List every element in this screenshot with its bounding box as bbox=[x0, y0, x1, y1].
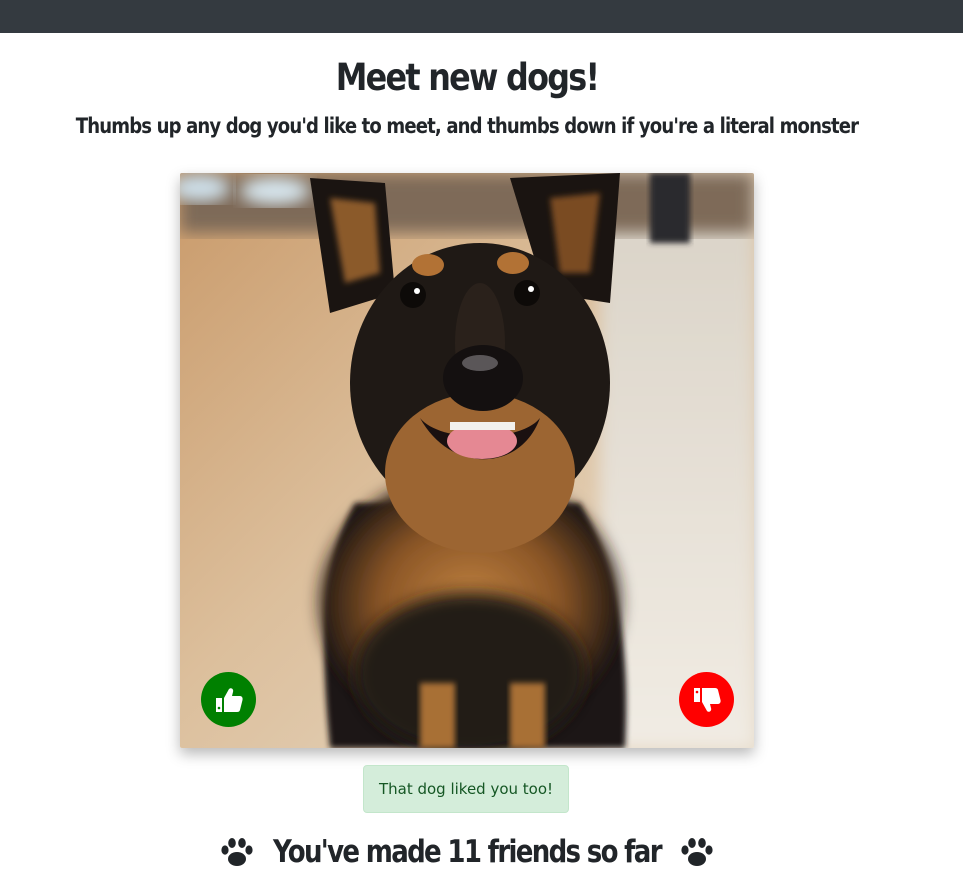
top-navbar bbox=[0, 0, 963, 33]
thumbs-down-button[interactable] bbox=[679, 672, 734, 727]
thumbs-up-button[interactable] bbox=[201, 672, 256, 727]
friends-count-text: You've made 11 friends so far bbox=[273, 834, 663, 870]
paw-icon bbox=[680, 836, 714, 868]
dog-card bbox=[180, 173, 754, 748]
thumbs-up-icon bbox=[215, 687, 243, 712]
page-title: Meet new dogs! bbox=[335, 56, 600, 99]
dog-photo bbox=[180, 173, 754, 748]
status-alert: That dog liked you too! bbox=[363, 765, 569, 813]
page-subtitle: Thumbs up any dog you'd like to meet, an… bbox=[75, 114, 859, 138]
thumbs-down-icon bbox=[693, 687, 721, 712]
paw-icon bbox=[220, 836, 254, 868]
friends-counter: You've made 11 friends so far bbox=[0, 830, 934, 874]
